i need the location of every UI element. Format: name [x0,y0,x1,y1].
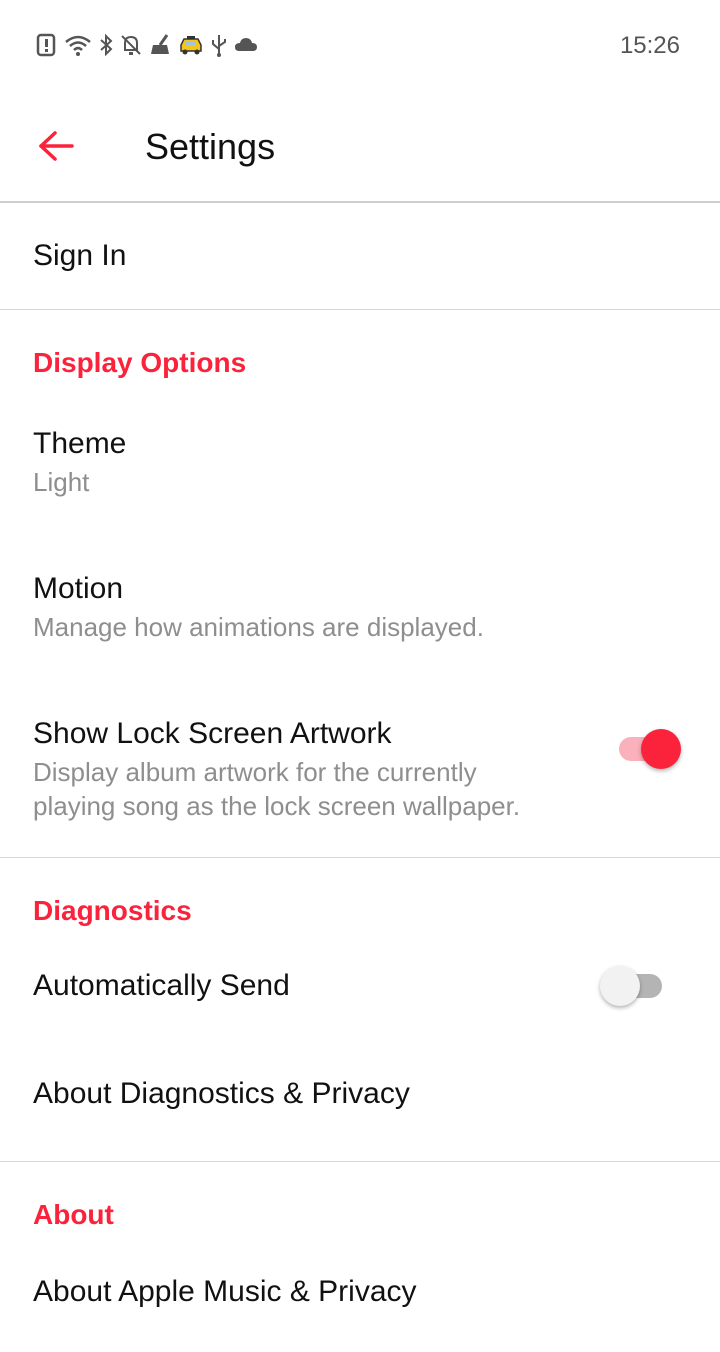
motion-row[interactable]: Motion Manage how animations are display… [0,545,720,690]
about-apple-music-privacy-label: About Apple Music & Privacy [33,1275,417,1308]
theme-title: Theme [33,427,127,460]
back-button[interactable] [28,120,84,176]
status-time: 15:26 [619,32,680,59]
status-bar: 15:26 [0,0,720,90]
display-options-section: Display Options [0,310,720,400]
lock-screen-artwork-row[interactable]: Show Lock Screen Artwork Display album a… [0,690,720,857]
wifi-icon [64,33,92,57]
bluetooth-icon [98,33,114,57]
about-diagnostics-row[interactable]: About Diagnostics & Privacy [0,1053,720,1161]
diagnostics-section: Diagnostics [0,858,720,946]
motion-subtitle: Manage how animations are displayed. [33,612,484,642]
sign-in-label: Sign In [33,239,127,272]
alert-icon [36,33,58,57]
about-section: About [0,1162,720,1252]
section-header-diagnostics: Diagnostics [33,895,192,926]
sign-in-row[interactable]: Sign In [0,203,720,309]
app-bar: Settings [0,90,720,203]
automatically-send-row[interactable]: Automatically Send [0,946,720,1053]
cloud-icon [234,33,258,57]
toggle-thumb [600,966,640,1006]
about-apple-music-privacy-row[interactable]: About Apple Music & Privacy [0,1252,720,1352]
about-diagnostics-label: About Diagnostics & Privacy [33,1077,410,1110]
status-icons [36,33,258,57]
lock-screen-artwork-title: Show Lock Screen Artwork [33,717,392,750]
usb-icon [210,33,228,57]
arrow-back-icon [38,130,74,167]
theme-value: Light [33,467,90,497]
motion-title: Motion [33,572,124,605]
cleaner-icon [148,33,172,57]
automatically-send-toggle[interactable] [600,964,666,1008]
taxi-icon [178,33,204,57]
settings-list: Sign In Display Options Theme Light Moti… [0,203,720,1352]
notifications-off-icon [120,33,142,57]
lock-screen-artwork-subtitle-line2: playing song as the lock screen wallpape… [33,791,521,821]
toggle-thumb [641,729,681,769]
automatically-send-title: Automatically Send [33,969,290,1002]
page-title: Settings [145,126,276,167]
lock-screen-artwork-subtitle-line1: Display album artwork for the currently [33,757,477,787]
lock-screen-artwork-toggle[interactable] [615,727,681,771]
theme-row[interactable]: Theme Light [0,400,720,545]
section-header-about: About [33,1199,114,1230]
section-header-display-options: Display Options [33,347,247,378]
